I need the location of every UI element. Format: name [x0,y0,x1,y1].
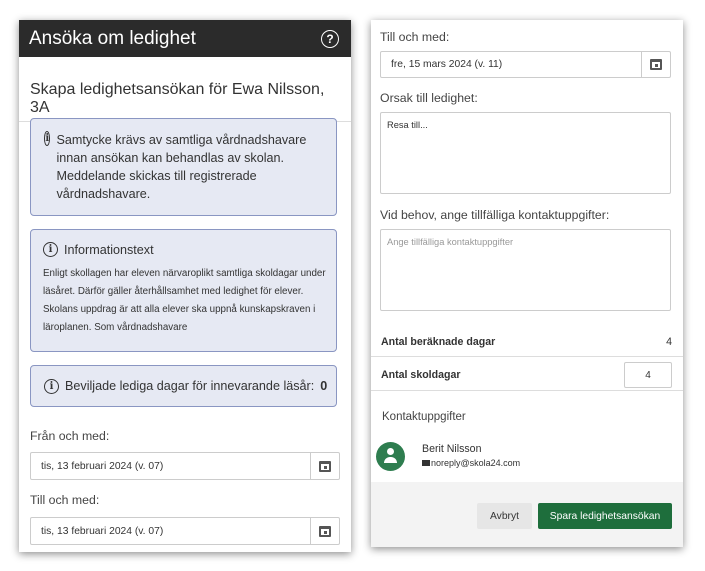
divider [371,390,683,391]
info-icon: i [43,242,58,257]
app-header: Ansöka om ledighet ? [19,20,351,57]
temp-contact-textarea[interactable]: Ange tillfälliga kontaktuppgifter [380,229,671,311]
to-date-value: tis, 13 februari 2024 (v. 07) [41,525,164,537]
from-date-value: tis, 13 februari 2024 (v. 07) [41,460,164,472]
consent-text: Samtycke krävs av samtliga vårdnadshavar… [56,133,307,201]
calendar-button[interactable] [641,52,670,77]
from-date-field[interactable]: tis, 13 februari 2024 (v. 07) [30,452,340,480]
person-icon [376,442,405,471]
to-date-label: Till och med: [380,30,450,44]
consent-notice: i Samtycke krävs av samtliga vårdnadshav… [30,118,337,216]
help-icon[interactable]: ? [321,29,339,48]
calendar-icon [319,525,331,537]
granted-days-value: 0 [320,379,328,393]
calendar-button[interactable] [310,453,339,479]
to-date-field[interactable]: tis, 13 februari 2024 (v. 07) [30,517,340,545]
information-body: Enligt skollagen har eleven närvaroplikt… [43,268,326,333]
right-panel: Till och med: fre, 15 mars 2024 (v. 11) … [371,20,683,547]
school-days-label: Antal skoldagar [381,369,461,381]
reason-label: Orsak till ledighet: [380,91,478,105]
mail-icon [422,460,430,466]
temp-contact-label: Vid behov, ange tillfälliga kontaktuppgi… [380,208,610,222]
to-date-value: fre, 15 mars 2024 (v. 11) [391,59,503,70]
calendar-button[interactable] [310,518,339,544]
left-panel: Ansöka om ledighet ? Skapa ledighetsansö… [19,20,351,552]
page-title: Skapa ledighetsansökan för Ewa Nilsson, … [19,57,351,122]
contacts-heading: Kontaktuppgifter [382,411,466,423]
calendar-icon [319,460,331,472]
reason-textarea[interactable]: Resa till... [380,112,671,194]
contact-email: noreply@skola24.com [431,458,521,468]
to-date-label: Till och med: [30,493,100,507]
info-icon: i [44,378,59,394]
granted-days-notice: i Beviljade lediga dagar för innevarande… [30,365,337,407]
calculated-days-row: Antal beräknade dagar 4 [371,329,683,354]
contact-name: Berit Nilsson [422,443,482,455]
school-days-input[interactable]: 4 [624,362,672,388]
school-days-row: Antal skoldagar 4 [371,359,683,391]
cancel-button[interactable]: Avbryt [477,503,532,529]
calculated-days-label: Antal beräknade dagar [381,335,496,348]
calendar-icon [650,59,662,70]
calculated-days-value: 4 [666,335,672,348]
from-date-label: Från och med: [30,429,110,443]
save-button[interactable]: Spara ledighetsansökan [538,503,672,529]
contact-email-row: noreply@skola24.com [422,458,520,468]
to-date-field[interactable]: fre, 15 mars 2024 (v. 11) [380,51,671,78]
information-heading: Informationstext [64,242,154,257]
app-title: Ansöka om ledighet [29,27,196,49]
information-box: i Informationstext Enligt skollagen har … [30,229,337,352]
divider [371,356,683,357]
info-icon: i [44,131,51,146]
granted-days-label: Beviljade lediga dagar för innevarande l… [65,379,315,393]
